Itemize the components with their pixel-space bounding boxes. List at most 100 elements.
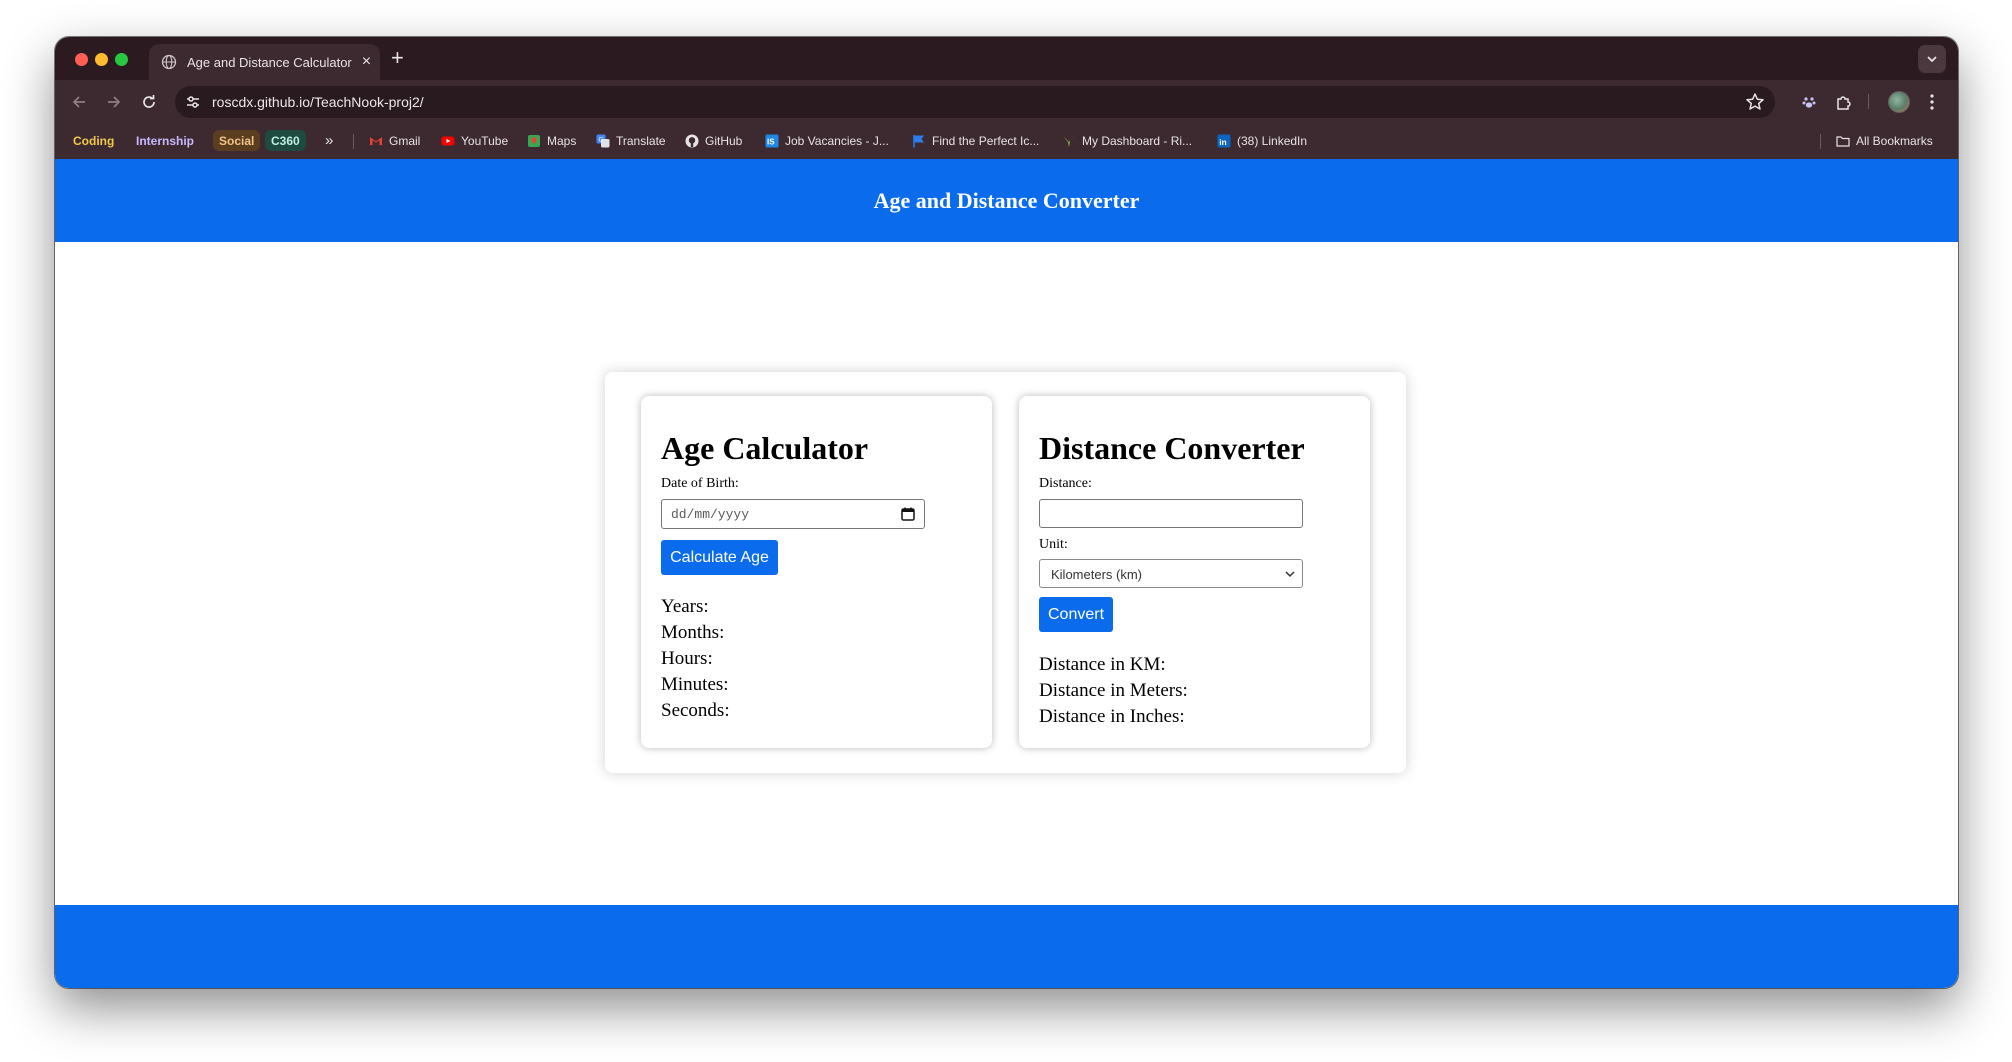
translate-icon: G [596,134,610,147]
toolbar-divider [1868,94,1869,109]
maximize-window-button[interactable] [115,53,128,66]
browser-window: Age and Distance Calculator × + roscdx.g… [55,37,1958,988]
distance-label: Distance: [1039,476,1092,491]
svg-text:IS: IS [767,137,775,146]
address-bar[interactable]: roscdx.github.io/TeachNook-proj2/ [175,86,1775,118]
bookmarks-bar: Coding Internship Social C360 » Gmail Yo… [55,123,1958,159]
distance-converter-card: Distance Converter Distance: Unit: Kilom… [1019,396,1370,748]
site-settings-icon[interactable] [185,94,201,110]
bookmark-label: Job Vacancies - J... [785,133,889,148]
bookmark-folder-c360[interactable]: C360 [265,130,306,151]
chevron-down-icon [1285,571,1295,578]
arrow-right-icon [108,96,121,108]
puzzle-icon [1837,96,1851,110]
bookmark-folder-internship[interactable]: Internship [130,130,200,151]
dob-label: Date of Birth: [661,476,739,491]
folder-icon [1836,135,1850,147]
forward-button[interactable] [102,90,126,114]
dob-placeholder: dd/mm/yyyy [671,507,750,522]
result-months: Months: [661,622,725,643]
svg-text:G: G [599,136,604,143]
url-text[interactable]: roscdx.github.io/TeachNook-proj2/ [212,94,424,110]
bookmark-label: GitHub [705,133,743,148]
tab-strip: Age and Distance Calculator × + [55,37,1958,80]
result-seconds: Seconds: [661,700,730,721]
calendar-icon[interactable] [901,507,915,521]
bookmark-folder-social[interactable]: Social [213,130,261,151]
site-footer [55,905,1958,988]
age-calculator-title: Age Calculator [661,430,869,466]
bookmark-youtube[interactable]: YouTube [441,130,508,151]
age-calculator-card: Age Calculator Date of Birth: dd/mm/yyyy… [641,396,992,748]
paw-icon [1802,97,1816,108]
bookmark-linkedin[interactable]: in (38) LinkedIn [1217,130,1307,151]
maps-icon [528,134,540,147]
unit-selected-value: Kilometers (km) [1051,567,1143,582]
site-header: Age and Distance Converter [55,159,1958,242]
gmail-icon [370,136,382,145]
bookmark-label: My Dashboard - Ri... [1082,133,1193,148]
dob-date-input[interactable]: dd/mm/yyyy [661,499,925,529]
bookmark-maps[interactable]: Maps [527,130,576,151]
close-window-button[interactable] [75,53,88,66]
chevron-down-icon [1927,56,1937,63]
menu-button[interactable] [1921,91,1943,113]
unit-select[interactable]: Kilometers (km) [1039,559,1303,588]
kebab-menu-icon [1930,94,1934,110]
bookmark-label: Find the Perfect Ic... [932,133,1040,148]
browser-toolbar: roscdx.github.io/TeachNook-proj2/ [55,80,1958,123]
distance-converter-title: Distance Converter [1039,430,1305,466]
all-bookmarks-button[interactable]: All Bookmarks [1836,130,1933,151]
new-tab-button[interactable]: + [391,47,404,69]
result-hours: Hours: [661,648,713,669]
bookmark-label: Maps [547,133,577,148]
dashboard-icon [1063,134,1075,147]
extension-paw-button[interactable] [1798,91,1820,113]
reload-icon [143,95,155,108]
bookmark-label: Gmail [389,133,421,148]
bookmark-label: Translate [616,133,666,148]
svg-text:in: in [1219,137,1227,147]
bookmarks-divider [353,134,354,149]
bookmark-translate[interactable]: G Translate [596,130,666,151]
distance-input[interactable] [1039,499,1303,528]
bookmarks-divider [1820,134,1821,149]
bookmark-gmail[interactable]: Gmail [369,130,420,151]
web-page: Age and Distance Converter Age Calculato… [55,159,1958,988]
convert-button[interactable]: Convert [1039,597,1113,632]
arrow-left-icon [72,96,85,108]
page-title: Age and Distance Converter [873,187,1140,213]
bookmark-job-vacancies[interactable]: IS Job Vacancies - J... [765,130,889,151]
globe-icon [161,54,177,70]
unit-label: Unit: [1039,537,1068,552]
tab-close-icon[interactable]: × [362,54,371,70]
bookmark-label: (38) LinkedIn [1237,133,1308,148]
calculate-age-button[interactable]: Calculate Age [661,540,778,575]
result-distance-inches: Distance in Inches: [1039,706,1185,727]
result-minutes: Minutes: [661,674,729,695]
result-distance-km: Distance in KM: [1039,654,1166,675]
youtube-icon [441,136,455,145]
bookmark-folder-coding[interactable]: Coding [67,130,120,151]
bookmark-find-icons[interactable]: Find the Perfect Ic... [912,130,1039,151]
extensions-button[interactable] [1833,91,1855,113]
bookmark-github[interactable]: GitHub [685,130,742,151]
back-button[interactable] [67,90,91,114]
tab-search-button[interactable] [1918,45,1946,73]
minimize-window-button[interactable] [95,53,108,66]
linkedin-icon: in [1217,134,1231,147]
more-bookmarks-button[interactable]: » [325,130,333,151]
result-years: Years: [661,596,709,617]
all-bookmarks-label: All Bookmarks [1856,133,1933,148]
job-vacancies-icon: IS [765,134,779,147]
converter-container: Age Calculator Date of Birth: dd/mm/yyyy… [605,372,1406,773]
flag-icon [913,134,924,147]
bookmark-label: YouTube [461,133,509,148]
tab-active[interactable]: Age and Distance Calculator × [149,44,380,80]
reload-button[interactable] [137,90,161,114]
bookmark-star-icon[interactable] [1745,92,1765,112]
bookmark-my-dashboard[interactable]: My Dashboard - Ri... [1062,130,1192,151]
result-distance-meters: Distance in Meters: [1039,680,1188,701]
profile-avatar[interactable] [1888,91,1910,113]
tab-title: Age and Distance Calculator [187,54,352,70]
